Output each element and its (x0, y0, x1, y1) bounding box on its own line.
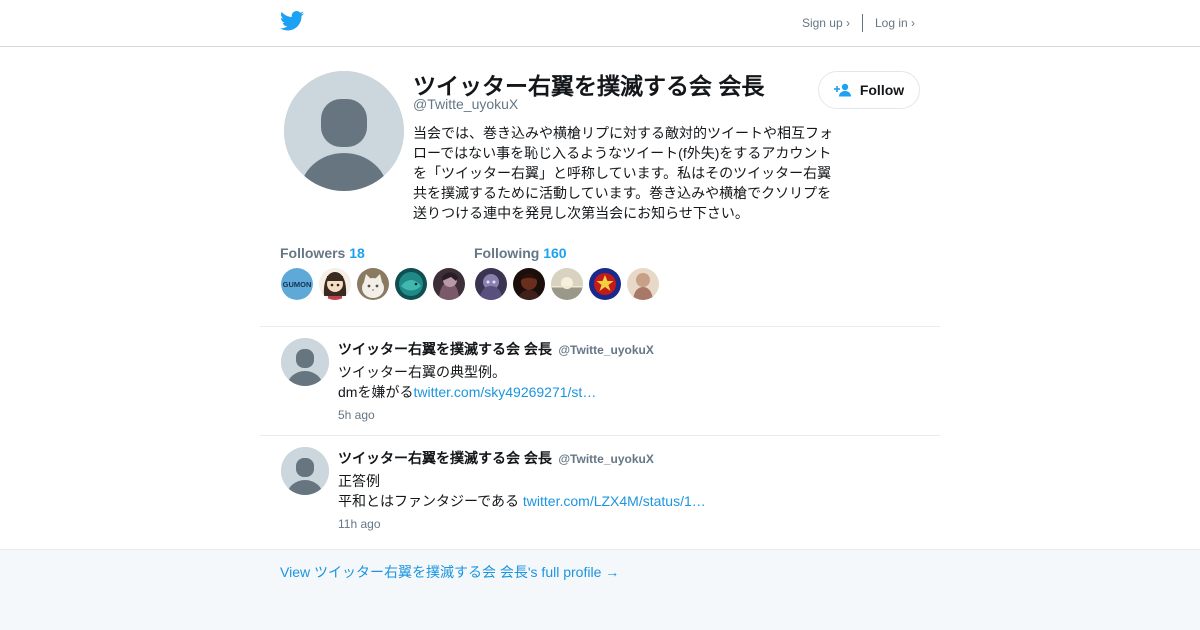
tweet-divider (260, 435, 940, 436)
top-nav: Sign up › Log in › (802, 14, 915, 32)
profile-bio: 当会では、巻き込みや横槍リプに対する敵対的ツイートや相互フォローではない事を恥じ… (413, 125, 833, 221)
sunset-sea-avatar (551, 268, 583, 300)
svg-text:GUMON: GUMON (283, 280, 312, 289)
tweet-header: ツイッター右翼を撲滅する会 会長 @Twitte_uyokuX (338, 448, 654, 468)
tweet-timestamp[interactable]: 11h ago (338, 517, 381, 531)
beige-figure-avatar (627, 268, 659, 300)
tweet-author-name[interactable]: ツイッター右翼を撲滅する会 会長 (338, 450, 552, 466)
followers-link[interactable]: Followers 18 (280, 245, 365, 261)
section-divider (260, 326, 940, 327)
twitter-bird-icon[interactable] (280, 11, 304, 31)
following-avatar-5[interactable] (627, 268, 659, 300)
follower-avatar-1[interactable]: GUMON (281, 268, 313, 300)
tweet-author-handle[interactable]: @Twitte_uyokuX (558, 452, 654, 466)
tweet-line-1: ツイッター右翼の典型例。 (338, 364, 506, 380)
dark-portrait-avatar (513, 268, 545, 300)
default-avatar-icon (281, 447, 329, 495)
tweet-link[interactable]: twitter.com/LZX4M/status/1… (523, 493, 706, 509)
follow-button-label: Follow (859, 82, 905, 98)
tweet-timestamp[interactable]: 5h ago (338, 408, 375, 422)
anime-girl-avatar (319, 268, 351, 300)
login-link[interactable]: Log in › (875, 16, 915, 30)
teal-fish-avatar (395, 268, 427, 300)
followers-label: Followers (280, 245, 346, 261)
follow-button[interactable]: Follow (818, 71, 920, 109)
nav-divider (861, 14, 863, 32)
follower-avatar-4[interactable] (395, 268, 427, 300)
following-count: 160 (543, 245, 567, 261)
following-avatar-1[interactable] (475, 268, 507, 300)
tweet-line-2-text: 平和とはファンタジーである (338, 493, 523, 509)
tweet-avatar[interactable] (281, 338, 329, 386)
following-avatar-4[interactable] (589, 268, 621, 300)
follower-avatar-5[interactable] (433, 268, 465, 300)
tweet-line-2-text: dmを嫌がる (338, 384, 414, 400)
signup-link[interactable]: Sign up › (802, 16, 850, 30)
tweet-line-2: 平和とはファンタジーである twitter.com/LZX4M/status/1… (338, 491, 706, 511)
followers-count: 18 (349, 245, 365, 261)
following-link[interactable]: Following 160 (474, 245, 567, 261)
follower-avatar-2[interactable] (319, 268, 351, 300)
default-avatar-icon (281, 338, 329, 386)
purple-character-avatar (475, 268, 507, 300)
default-avatar-icon (284, 71, 404, 191)
view-full-profile-link[interactable]: View ツイッター右翼を撲滅する会 会長's full profile → (280, 562, 619, 582)
tweet-text: 正答例 平和とはファンタジーである twitter.com/LZX4M/stat… (338, 471, 706, 511)
tweet-line-2: dmを嫌がるtwitter.com/sky49269271/st… (338, 382, 596, 402)
tweet-link[interactable]: twitter.com/sky49269271/st… (413, 384, 596, 400)
following-avatar-3[interactable] (551, 268, 583, 300)
following-label: Following (474, 245, 540, 261)
tweet-author-handle[interactable]: @Twitte_uyokuX (558, 343, 654, 357)
profile-footer: View ツイッター右翼を撲滅する会 会長's full profile → (0, 549, 1200, 630)
top-bar: Sign up › Log in › (0, 0, 1200, 47)
tweet-author-name[interactable]: ツイッター右翼を撲滅する会 会長 (338, 341, 552, 357)
tweet-item[interactable]: ツイッター右翼を撲滅する会 会長 @Twitte_uyokuX 正答例 平和とは… (280, 447, 920, 547)
followers-avatars: GUMON (281, 268, 465, 300)
profile-handle: @Twitte_uyokuX (413, 96, 519, 112)
following-avatars (475, 268, 659, 300)
tweet-header: ツイッター右翼を撲滅する会 会長 @Twitte_uyokuX (338, 339, 654, 359)
tweet-item[interactable]: ツイッター右翼を撲滅する会 会長 @Twitte_uyokuX ツイッター右翼の… (280, 338, 920, 438)
tweet-line-1: 正答例 (338, 473, 380, 489)
add-user-icon (833, 83, 851, 97)
dark-portrait-avatar (433, 268, 465, 300)
white-cat-avatar (357, 268, 389, 300)
gumon-logo-avatar: GUMON (281, 268, 313, 300)
following-avatar-2[interactable] (513, 268, 545, 300)
profile-avatar[interactable] (284, 71, 404, 191)
tweet-avatar[interactable] (281, 447, 329, 495)
red-blue-emblem-avatar (589, 268, 621, 300)
follower-avatar-3[interactable] (357, 268, 389, 300)
tweet-text: ツイッター右翼の典型例。 dmを嫌がるtwitter.com/sky492692… (338, 362, 596, 402)
